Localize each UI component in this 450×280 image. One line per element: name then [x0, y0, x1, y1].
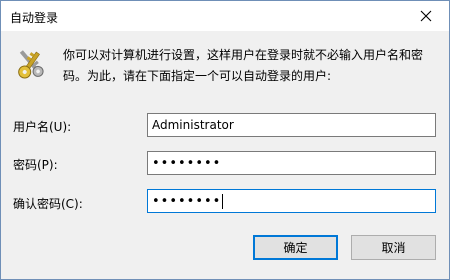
cancel-button[interactable]: 取消 [351, 235, 436, 260]
auto-logon-dialog: 自动登录 你可以对计算机进行设置，这样用户在登录时就不必输入用户名和密 码。为此… [0, 0, 450, 280]
window-title: 自动登录 [10, 11, 59, 25]
username-value: Administrator [152, 118, 234, 132]
password-label: 密码(P): [13, 158, 58, 172]
username-field[interactable]: Administrator [147, 113, 436, 137]
confirm-password-field[interactable]: •••••••• [147, 189, 436, 213]
description-text: 你可以对计算机进行设置，这样用户在登录时就不必输入用户名和密 码。为此，请在下面… [63, 45, 443, 87]
dialog-content: 你可以对计算机进行设置，这样用户在登录时就不必输入用户名和密 码。为此，请在下面… [1, 31, 449, 279]
password-field[interactable]: •••••••• [147, 151, 436, 175]
password-value: •••••••• [152, 155, 222, 171]
confirm-password-label: 确认密码(C): [13, 197, 83, 211]
text-caret [222, 193, 224, 209]
keys-icon [18, 50, 44, 79]
close-button[interactable] [403, 1, 449, 31]
title-bar: 自动登录 [1, 1, 449, 31]
username-label: 用户名(U): [13, 120, 72, 134]
ok-button[interactable]: 确定 [253, 235, 338, 260]
description-line-1: 你可以对计算机进行设置，这样用户在登录时就不必输入用户名和密 [63, 48, 424, 62]
confirm-password-value: •••••••• [152, 193, 222, 209]
description-line-2: 码。为此，请在下面指定一个可以自动登录的用户: [63, 69, 332, 83]
cancel-button-label: 取消 [381, 241, 406, 255]
close-icon [420, 10, 432, 22]
ok-button-label: 确定 [283, 241, 308, 255]
